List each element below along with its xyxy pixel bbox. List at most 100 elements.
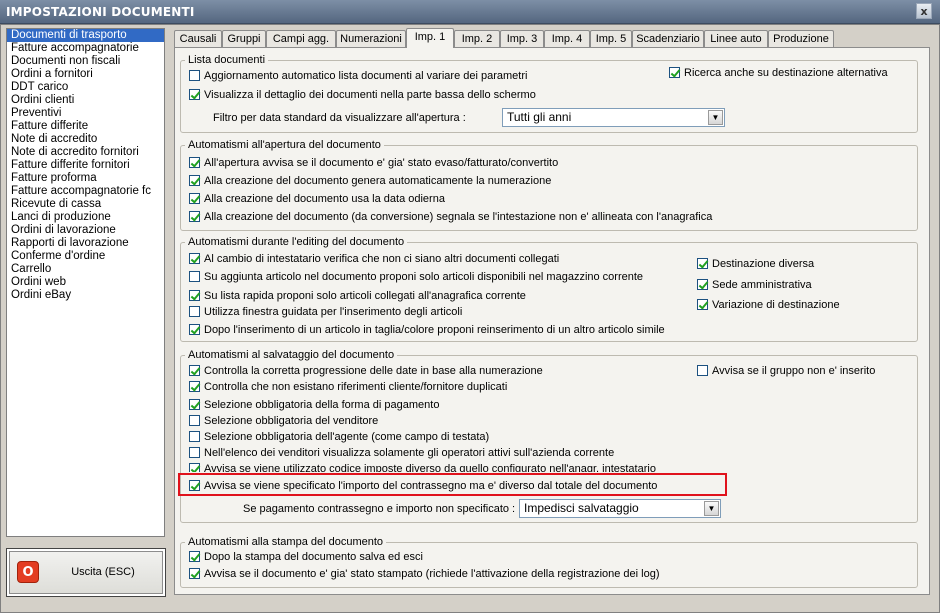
checkbox-box [189, 211, 200, 222]
checkbox-box [189, 271, 200, 282]
list-item[interactable]: Fatture accompagnatorie fc [7, 185, 164, 198]
checkbox-option[interactable]: Ricerca anche su destinazione alternativ… [669, 67, 888, 81]
window-title: IMPOSTAZIONI DOCUMENTI [6, 5, 195, 19]
exit-button-label: Uscita (ESC) [71, 566, 135, 578]
tab-linee-auto[interactable]: Linee auto [704, 30, 768, 47]
checkbox-box [189, 70, 200, 81]
date-filter-select[interactable]: Tutti gli anni ▼ [502, 108, 725, 127]
list-item[interactable]: Fatture differite fornitori [7, 159, 164, 172]
tab-gruppi[interactable]: Gruppi [222, 30, 266, 47]
checkbox-option[interactable]: Al cambio di intestatario verifica che n… [189, 253, 559, 267]
date-filter-value: Tutti gli anni [507, 110, 572, 124]
tab-numerazioni[interactable]: Numerazioni [336, 30, 406, 47]
list-item[interactable]: Fatture accompagnatorie [7, 42, 164, 55]
list-item[interactable]: Rapporti di lavorazione [7, 237, 164, 250]
checkbox-box [189, 175, 200, 186]
checkbox-option[interactable]: Visualizza il dettaglio dei documenti ne… [189, 89, 536, 103]
checkbox-box [189, 306, 200, 317]
checkbox-box [189, 551, 200, 562]
checkbox-box [189, 463, 200, 472]
checkbox-box [697, 299, 708, 310]
checkbox-box [697, 365, 708, 376]
checkbox-option[interactable]: Avvisa se il gruppo non e' inserito [697, 365, 875, 379]
list-item[interactable]: Note di accredito fornitori [7, 146, 164, 159]
checkbox-option[interactable]: Su aggiunta articolo nel documento propo… [189, 271, 643, 285]
checkbox-box [697, 258, 708, 269]
list-item[interactable]: Documenti non fiscali [7, 55, 164, 68]
document-type-list[interactable]: Documenti di trasporto Fatture accompagna… [6, 28, 165, 537]
list-item[interactable]: Preventivi [7, 107, 164, 120]
checkbox-option[interactable]: Avvisa se il documento e' gia' stato sta… [189, 568, 660, 582]
list-item[interactable]: Ordini clienti [7, 94, 164, 107]
contrassegno-select[interactable]: Impedisci salvataggio ▼ [519, 499, 721, 518]
group-title: Automatismi all'apertura del documento [185, 139, 384, 151]
checkbox-box [189, 253, 200, 264]
checkbox-box [189, 447, 200, 458]
checkbox-box [189, 157, 200, 168]
checkbox-box [669, 67, 680, 78]
list-item[interactable]: Fatture proforma [7, 172, 164, 185]
checkbox-option[interactable]: Selezione obbligatoria del venditore [189, 415, 378, 429]
list-item[interactable]: Carrello [7, 263, 164, 276]
tab-produzione[interactable]: Produzione [768, 30, 834, 47]
checkbox-option[interactable]: Nell'elenco dei venditori visualizza sol… [189, 447, 614, 461]
list-item[interactable]: DDT carico [7, 81, 164, 94]
checkbox-box [189, 381, 200, 392]
list-item[interactable]: Ordini web [7, 276, 164, 289]
checkbox-box [189, 568, 200, 579]
exit-button[interactable]: O Uscita (ESC) [6, 548, 166, 597]
group-title: Lista documenti [185, 54, 269, 66]
checkbox-option[interactable]: Sede amministrativa [697, 279, 812, 293]
checkbox-option[interactable]: Utilizza finestra guidata per l'inserime… [189, 306, 462, 320]
checkbox-box [189, 290, 200, 301]
checkbox-option[interactable]: Controlla che non esistano riferimenti c… [189, 381, 507, 395]
checkbox-option[interactable]: Controlla la corretta progressione delle… [189, 365, 543, 379]
chevron-down-icon[interactable]: ▼ [704, 501, 719, 516]
power-icon: O [17, 561, 39, 583]
tab-imp-2[interactable]: Imp. 2 [454, 30, 500, 47]
list-item[interactable]: Ordini a fornitori [7, 68, 164, 81]
checkbox-box [189, 431, 200, 442]
window-titlebar: IMPOSTAZIONI DOCUMENTI x [0, 0, 940, 24]
checkbox-option[interactable]: Dopo l'inserimento di un articolo in tag… [189, 324, 665, 338]
checkbox-option[interactable]: Alla creazione del documento (da convers… [189, 211, 712, 225]
list-item[interactable]: Ordini di lavorazione [7, 224, 164, 237]
checkbox-option[interactable]: Aggiornamento automatico lista documenti… [189, 70, 527, 84]
checkbox-option[interactable]: Su lista rapida proponi solo articoli co… [189, 290, 526, 304]
checkbox-box [189, 324, 200, 335]
contrassegno-value: Impedisci salvataggio [524, 501, 639, 515]
filter-label: Filtro per data standard da visualizzare… [213, 112, 466, 124]
tab-imp-1[interactable]: Imp. 1 [406, 28, 454, 48]
checkbox-option[interactable]: Selezione obbligatoria della forma di pa… [189, 399, 439, 413]
list-item[interactable]: Note di accredito [7, 133, 164, 146]
checkbox-box [697, 279, 708, 290]
checkbox-option[interactable]: Avvisa se viene utilizzato codice impost… [189, 463, 656, 472]
checkbox-box [189, 415, 200, 426]
tab-causali[interactable]: Causali [174, 30, 222, 47]
checkbox-option[interactable]: Variazione di destinazione [697, 299, 840, 313]
checkbox-option[interactable]: Alla creazione del documento usa la data… [189, 193, 445, 207]
tab-campi-agg[interactable]: Campi agg. [266, 30, 336, 47]
list-item[interactable]: Fatture differite [7, 120, 164, 133]
tab-imp-4[interactable]: Imp. 4 [544, 30, 590, 47]
list-item[interactable]: Lanci di produzione [7, 211, 164, 224]
tab-imp-3[interactable]: Imp. 3 [500, 30, 544, 47]
checkbox-box [189, 89, 200, 100]
checkbox-option[interactable]: Dopo la stampa del documento salva ed es… [189, 551, 423, 565]
list-item[interactable]: Ordini eBay [7, 289, 164, 302]
highlight-frame [178, 473, 727, 496]
close-icon[interactable]: x [916, 3, 932, 19]
checkbox-option[interactable]: Alla creazione del documento genera auto… [189, 175, 551, 189]
list-item[interactable]: Conferme d'ordine [7, 250, 164, 263]
tab-scadenziario[interactable]: Scadenziario [632, 30, 704, 47]
group-title: Automatismi alla stampa del documento [185, 536, 387, 548]
group-title: Automatismi durante l'editing del docume… [185, 236, 408, 248]
list-item[interactable]: Ricevute di cassa [7, 198, 164, 211]
chevron-down-icon[interactable]: ▼ [708, 110, 723, 125]
checkbox-option[interactable]: Selezione obbligatoria dell'agente (come… [189, 431, 489, 445]
list-item[interactable]: Documenti di trasporto [7, 29, 164, 42]
checkbox-option[interactable]: All'apertura avvisa se il documento e' g… [189, 157, 558, 171]
tab-imp-5[interactable]: Imp. 5 [590, 30, 632, 47]
checkbox-option[interactable]: Destinazione diversa [697, 258, 814, 272]
contrassegno-label: Se pagamento contrassegno e importo non … [243, 503, 516, 515]
